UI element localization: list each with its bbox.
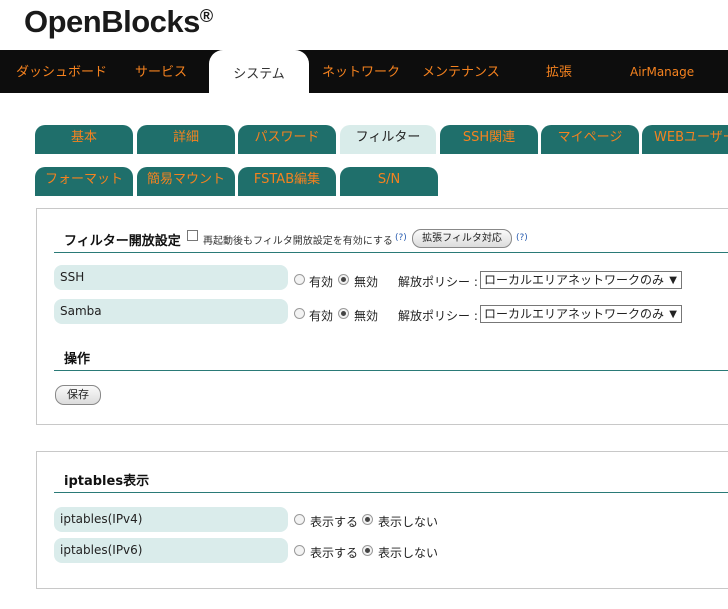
section-divider [54,370,728,371]
samba-policy-value: ローカルエリアネットワークのみ [484,307,665,321]
tab-fstab-edit[interactable]: FSTAB編集 [238,167,336,196]
nav-dashboard[interactable]: ダッシュボード [16,50,107,93]
iptables-ipv4-label: iptables(IPv4) [54,507,288,532]
tab-mypage[interactable]: マイページ [541,125,639,154]
samba-label: Samba [54,299,288,324]
samba-policy-select[interactable]: ローカルエリアネットワークのみ ▼ [480,305,682,323]
tab-sn[interactable]: S/N [340,167,438,196]
main-nav-bar: ダッシュボード サービス システム ネットワーク メンテナンス 拡張 AirMa… [0,50,728,95]
nav-extensions[interactable]: 拡張 [546,50,572,93]
nav-airmanage[interactable]: AirManage [630,50,694,93]
logo-text: OpenBlocks [24,4,200,39]
nav-system[interactable]: システム [209,50,309,95]
extended-filter-button[interactable]: 拡張フィルタ対応 [412,229,512,248]
ssh-disable-radio[interactable] [338,274,349,285]
iptables-display-title: iptables表示 [64,474,150,489]
samba-policy-label: 解放ポリシー : [398,309,478,323]
nav-services[interactable]: サービス [135,50,187,93]
samba-disable-radio[interactable] [338,308,349,319]
restart-persist-checkbox[interactable] [187,230,198,241]
tab-details[interactable]: 詳細 [137,125,235,154]
nav-maintenance[interactable]: メンテナンス [422,50,500,93]
chevron-down-icon: ▼ [669,309,677,320]
ipv4-show-label: 表示する [310,515,359,529]
chevron-down-icon: ▼ [669,275,677,286]
ssh-enable-radio[interactable] [294,274,305,285]
filter-open-settings-title: フィルター開放設定 [64,234,181,249]
ssh-policy-value: ローカルエリアネットワークのみ [484,273,665,287]
ipv6-hide-radio[interactable] [362,545,373,556]
ipv4-show-radio[interactable] [294,514,305,525]
tab-filter[interactable]: フィルター [340,125,436,154]
ssh-label: SSH [54,265,288,290]
ipv4-hide-label: 表示しない [378,515,439,529]
tab-password[interactable]: パスワード [238,125,336,154]
registered-mark: ® [199,6,213,26]
tab-simple-mount[interactable]: 簡易マウント [137,167,235,196]
operations-title: 操作 [64,352,91,367]
tab-ssh[interactable]: SSH関連 [440,125,538,154]
samba-enable-label: 有効 [309,309,334,323]
help-link[interactable]: (?) [516,233,528,243]
section-divider [54,252,728,253]
ipv6-show-label: 表示する [310,546,359,560]
samba-enable-radio[interactable] [294,308,305,319]
ipv4-hide-radio[interactable] [362,514,373,525]
samba-disable-label: 無効 [354,309,379,323]
restart-persist-label: 再起動後もフィルタ開放設定を有効にする [203,236,393,247]
ssh-disable-label: 無効 [354,275,379,289]
tab-basic[interactable]: 基本 [35,125,133,154]
section-divider [54,492,728,493]
tab-web-users[interactable]: WEBユーザー [642,125,728,154]
openblocks-logo: OpenBlocks® [24,4,213,40]
save-button[interactable]: 保存 [55,385,101,405]
iptables-ipv6-label: iptables(IPv6) [54,538,288,563]
ipv6-show-radio[interactable] [294,545,305,556]
tab-format[interactable]: フォーマット [35,167,133,196]
help-link[interactable]: (?) [395,233,407,243]
nav-network[interactable]: ネットワーク [322,50,400,93]
ssh-policy-select[interactable]: ローカルエリアネットワークのみ ▼ [480,271,682,289]
ssh-enable-label: 有効 [309,275,334,289]
ipv6-hide-label: 表示しない [378,546,439,560]
ssh-policy-label: 解放ポリシー : [398,275,478,289]
